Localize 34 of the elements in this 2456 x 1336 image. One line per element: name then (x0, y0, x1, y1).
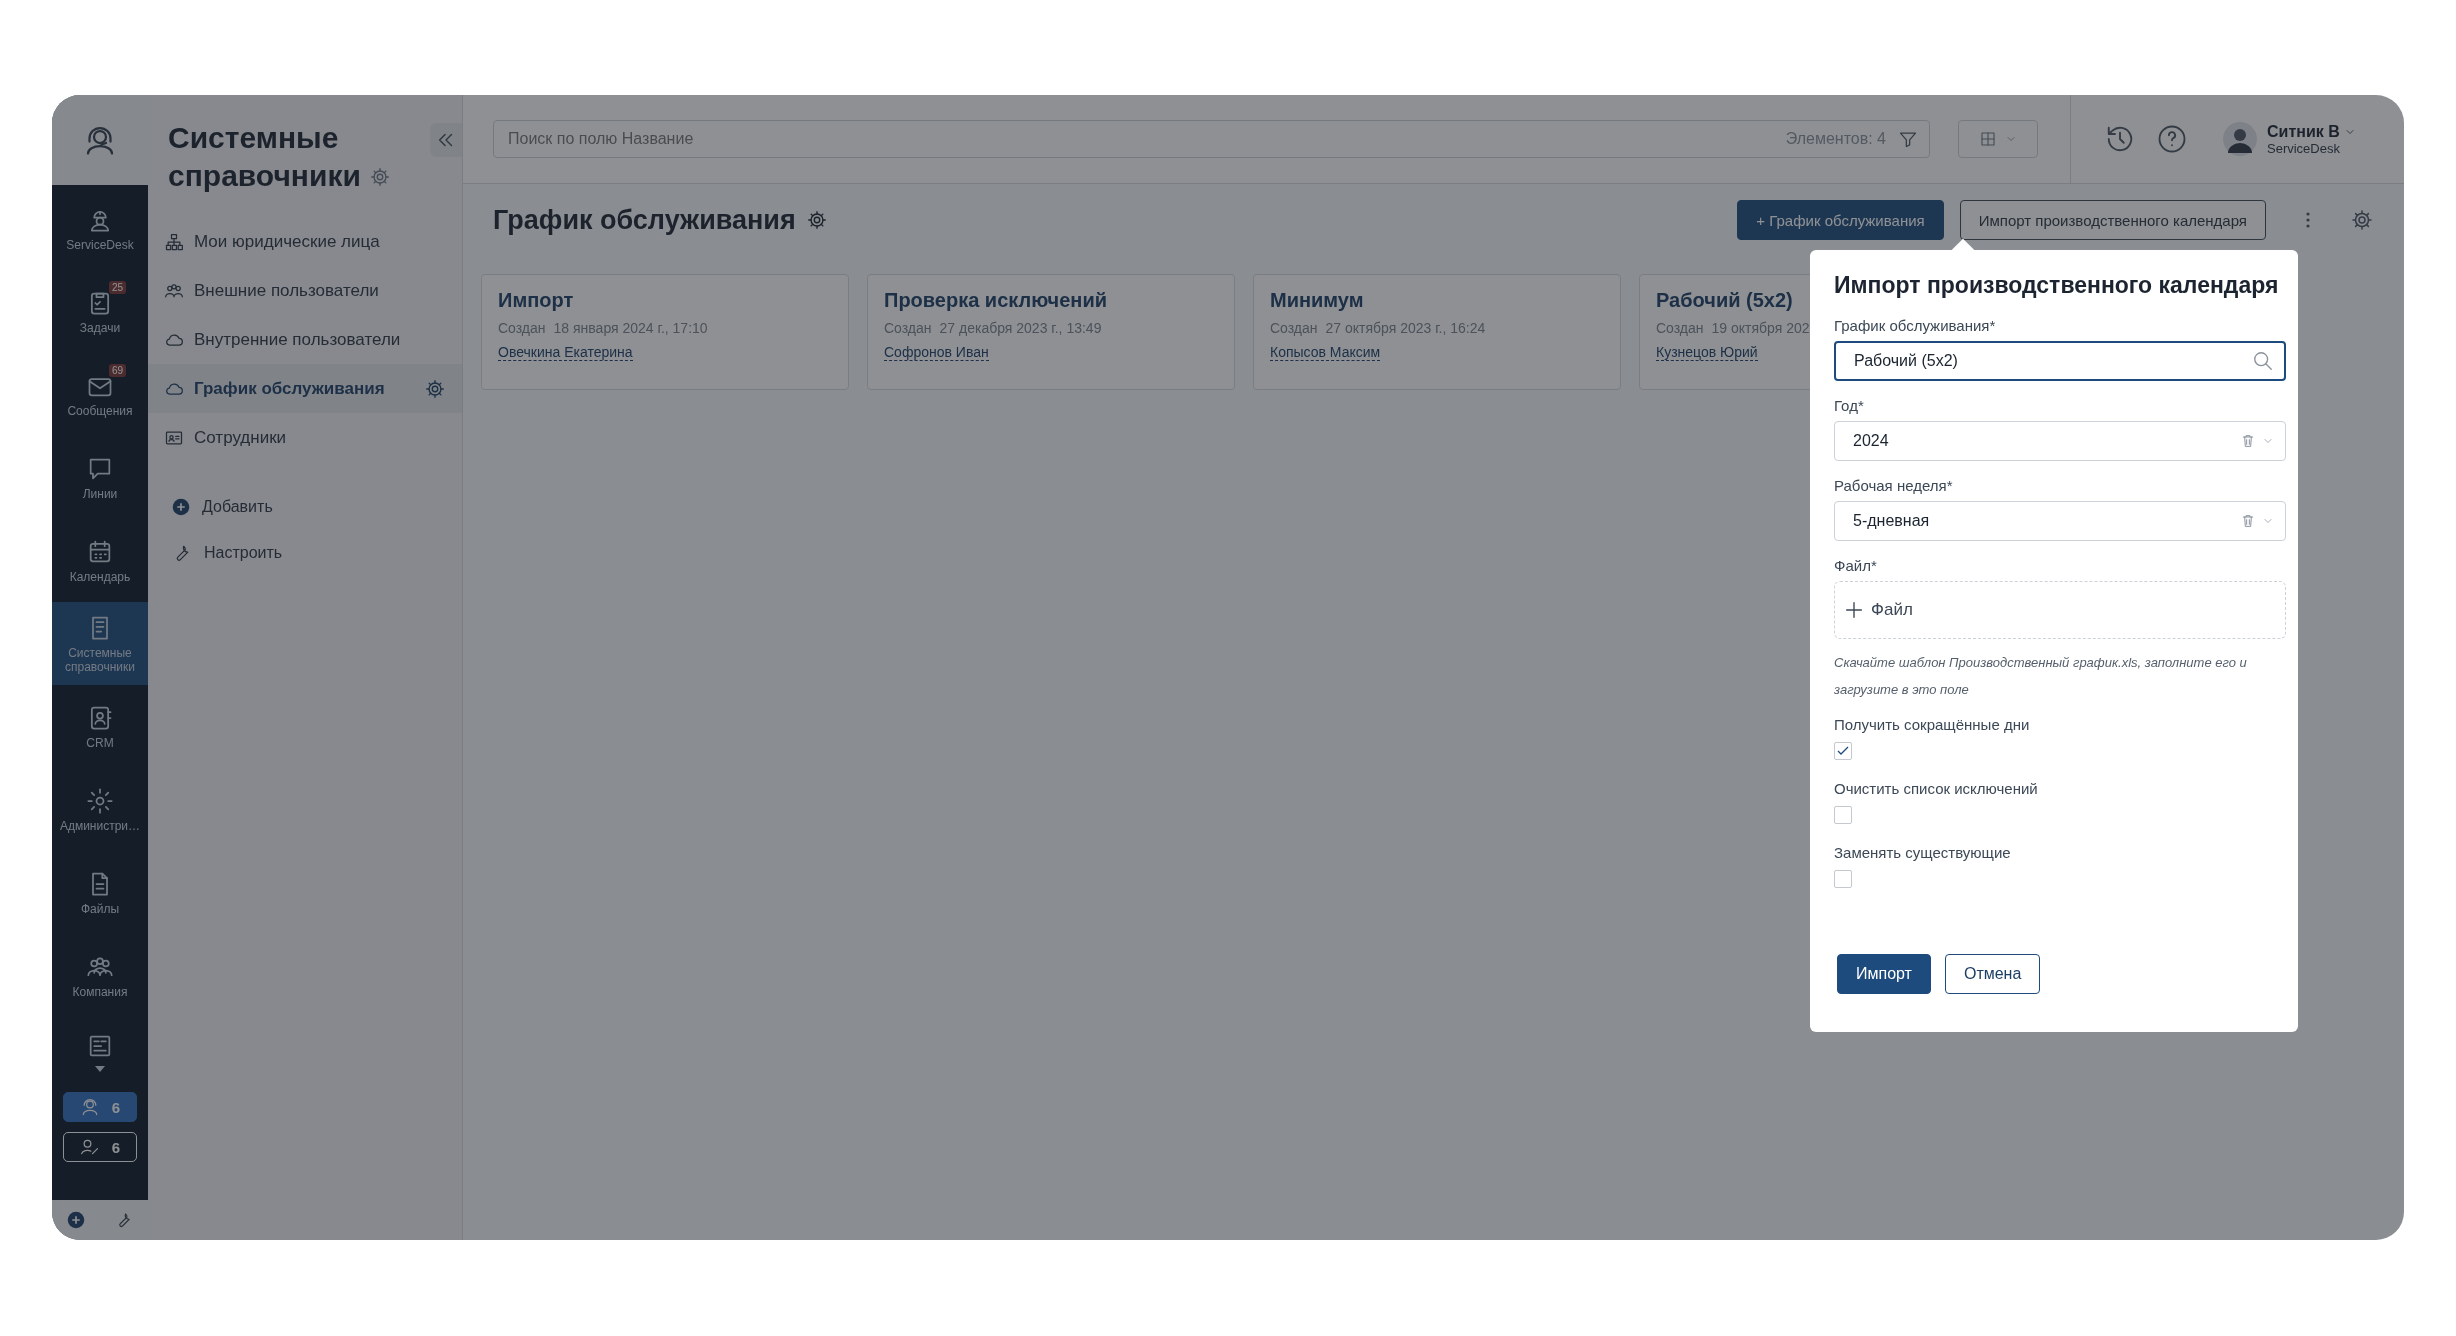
card-title: Проверка исключений (884, 289, 1108, 312)
created-label: Создан (1656, 320, 1704, 336)
card-title: Минимум (1270, 289, 1365, 312)
created-date: 27 октября 2023 г., 16:24 (1325, 320, 1486, 336)
user-name: Ситник В (2267, 122, 2340, 141)
field-label: Год* (1834, 397, 1865, 414)
sidebar-item-label: Внешние пользователи (194, 280, 380, 301)
checkbox-label: Заменять существующие (1834, 843, 2012, 861)
user-role: ServiceDesk (2267, 140, 2341, 156)
action-label: Добавить (202, 498, 273, 517)
card-title: Импорт (498, 289, 575, 312)
hint-text: Скачайте шаблон Производственный график.xls, заполните его и загрузите в это поле (1834, 654, 2248, 700)
field-label: Файл* (1834, 557, 1878, 574)
sidebar-item-label: Внутренние пользователи (194, 329, 402, 350)
item-count: Элементов: 4 (1785, 130, 1886, 148)
created-date: 19 октября 202 (1711, 320, 1810, 336)
field-label: Рабочая неделя* (1834, 477, 1954, 494)
page-title: График обслуживания (493, 204, 796, 236)
count-badge: 25 (108, 280, 126, 294)
created-label: Создан (498, 320, 546, 336)
checkbox-label: Получить сокращённые дни (1834, 715, 2031, 733)
sidebar-item-label: Сотрудники (194, 427, 288, 448)
created-date: 18 января 2024 г., 17:10 (553, 320, 708, 336)
created-date: 27 декабря 2023 г., 13:49 (939, 320, 1102, 336)
checkbox-label: Очистить список исключений (1834, 779, 2039, 797)
dialog-title: Импорт производственного календаря (1834, 272, 2280, 299)
field-label: График обслуживания* (1834, 317, 1997, 334)
count-badge: 69 (108, 363, 126, 377)
created-label: Создан (884, 320, 932, 336)
action-label: Настроить (204, 544, 283, 563)
sidebar-item-label: График обслуживания (194, 378, 386, 399)
sidebar-item-label: Мои юридические лица (194, 231, 381, 252)
created-label: Создан (1270, 320, 1318, 336)
section-title: Системные справочники (168, 121, 361, 193)
